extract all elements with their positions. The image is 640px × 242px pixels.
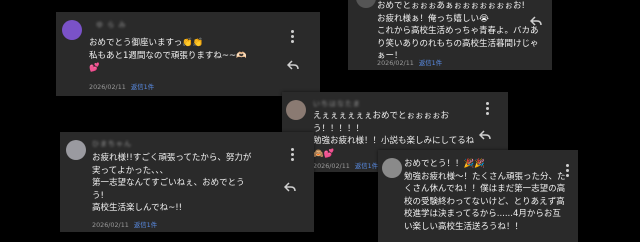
comment-meta: 2026/02/11 返信1件 xyxy=(92,220,157,229)
more-vert-icon[interactable] xyxy=(566,164,570,179)
comment-date: 2026/02/11 xyxy=(89,83,126,91)
avatar[interactable] xyxy=(356,0,376,8)
comment-card: おめでとう！！🎉🎉 勉強お疲れ様〜！たくさん頑張った分、た くさん休んでね！！僕… xyxy=(378,150,578,242)
comment-date: 2026/02/11 xyxy=(92,221,129,229)
comment-card: ひまちゃん お疲れ様!!すごく頑張ってたから、努力が 実ってよかった、、、 第一… xyxy=(60,132,314,232)
reply-icon[interactable] xyxy=(530,16,542,26)
more-vert-icon[interactable] xyxy=(291,148,295,163)
reply-count-link[interactable]: 返信1件 xyxy=(131,83,154,91)
comment-username: ゆ ら み xyxy=(96,21,127,29)
comment-date: 2026/02/11 xyxy=(377,59,414,67)
reply-icon[interactable] xyxy=(479,130,491,140)
more-vert-icon[interactable] xyxy=(291,30,295,45)
comment-text: おめでとう御座いますっ👏👏 私もあと1週間なので頑張りますね~~🫶🏻 💕 xyxy=(89,38,247,74)
reply-count-link[interactable]: 返信1件 xyxy=(419,59,442,67)
avatar[interactable] xyxy=(66,140,86,160)
comment-card: おめでとぉぉぉあぁぉぉぉぉぉぉぉお! お疲れ様ぁ！俺っち嬉しい😭 これから高校生… xyxy=(348,0,552,70)
reply-icon[interactable] xyxy=(284,182,296,192)
avatar[interactable] xyxy=(62,20,82,40)
comment-meta: 2026/02/11 返信1件 xyxy=(89,82,154,91)
comment-text: おめでとぉぉぉあぁぉぉぉぉぉぉぉお! お疲れ様ぁ！俺っち嬉しい😭 これから高校生… xyxy=(377,1,539,62)
reply-icon[interactable] xyxy=(287,60,299,70)
avatar[interactable] xyxy=(382,158,402,178)
comment-meta: 2026/02/11 返信1件 xyxy=(377,58,442,67)
more-vert-icon[interactable] xyxy=(486,102,490,117)
comment-username: いちはなたま xyxy=(313,100,361,108)
comment-card: ゆ ら み おめでとう御座いますっ👏👏 私もあと1週間なので頑張りますね~~🫶🏻… xyxy=(56,12,320,96)
reply-count-link[interactable]: 返信1件 xyxy=(355,162,378,170)
comment-text: おめでとう！！🎉🎉 勉強お疲れ様〜！たくさん頑張った分、た くさん休んでね！！僕… xyxy=(404,159,566,232)
avatar[interactable] xyxy=(286,100,306,120)
comment-text: お疲れ様!!すごく頑張ってたから、努力が 実ってよかった、、、 第一志望なんてす… xyxy=(92,153,252,214)
comment-date: 2026/02/11 xyxy=(313,162,350,170)
comment-username: ひまちゃん xyxy=(92,140,132,148)
reply-count-link[interactable]: 返信1件 xyxy=(134,221,157,229)
comment-meta: 2026/02/11 返信1件 xyxy=(313,161,378,170)
